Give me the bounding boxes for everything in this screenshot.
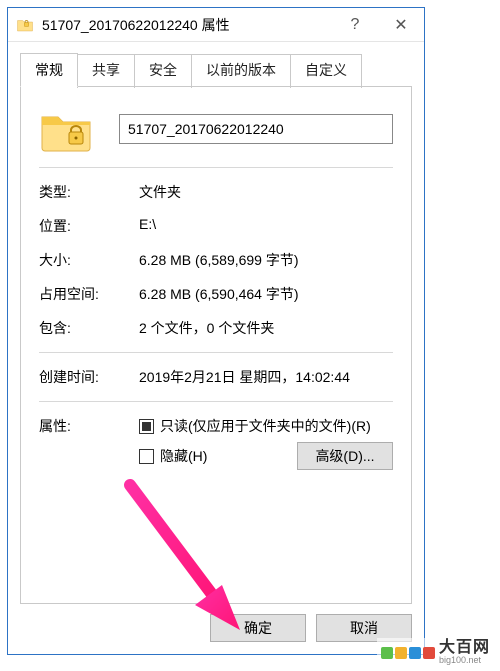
label-attributes: 属性:: [39, 416, 139, 470]
readonly-checkbox-row[interactable]: 只读(仅应用于文件夹中的文件)(R): [139, 416, 393, 436]
value-location: E:\: [139, 216, 393, 236]
window-controls: ? ✕: [332, 8, 424, 41]
row-location: 位置: E:\: [39, 216, 393, 236]
tabstrip: 常规 共享 安全 以前的版本 自定义: [20, 52, 412, 86]
help-button[interactable]: ?: [332, 8, 378, 41]
hidden-checkbox[interactable]: [139, 449, 154, 464]
window-title: 51707_20170622012240 属性: [42, 15, 332, 35]
properties-dialog: 51707_20170622012240 属性 ? ✕ 常规 共享 安全 以前的…: [7, 7, 425, 655]
cancel-button[interactable]: 取消: [316, 614, 412, 642]
close-button[interactable]: ✕: [378, 8, 424, 41]
separator: [39, 352, 393, 353]
titlebar: 51707_20170622012240 属性 ? ✕: [8, 8, 424, 42]
separator: [39, 167, 393, 168]
tab-custom[interactable]: 自定义: [290, 54, 362, 88]
row-contains: 包含: 2 个文件，0 个文件夹: [39, 318, 393, 338]
watermark-text: 大百网: [439, 640, 490, 656]
row-attributes: 属性: 只读(仅应用于文件夹中的文件)(R) 隐藏(H) 高级(D)...: [39, 416, 393, 470]
value-type: 文件夹: [139, 182, 393, 202]
dialog-body: 常规 共享 安全 以前的版本 自定义: [8, 42, 424, 604]
readonly-checkbox[interactable]: [139, 419, 154, 434]
tab-share[interactable]: 共享: [77, 54, 135, 88]
watermark-url: big100.net: [439, 656, 490, 665]
label-size-on-disk: 占用空间:: [39, 284, 139, 304]
row-created: 创建时间: 2019年2月21日 星期四，14:02:44: [39, 367, 393, 387]
ok-button[interactable]: 确定: [210, 614, 306, 642]
name-row: [39, 105, 393, 153]
advanced-button[interactable]: 高级(D)...: [297, 442, 393, 470]
label-type: 类型:: [39, 182, 139, 202]
tab-general[interactable]: 常规: [20, 53, 78, 87]
tab-security[interactable]: 安全: [134, 54, 192, 88]
value-created: 2019年2月21日 星期四，14:02:44: [139, 367, 393, 387]
value-contains: 2 个文件，0 个文件夹: [139, 318, 393, 338]
folder-icon: [16, 16, 34, 34]
value-size-on-disk: 6.28 MB (6,590,464 字节): [139, 284, 393, 304]
label-created: 创建时间:: [39, 367, 139, 387]
folder-name-input[interactable]: [119, 114, 393, 144]
row-size: 大小: 6.28 MB (6,589,699 字节): [39, 250, 393, 270]
dialog-buttons: 确定 取消: [8, 604, 424, 654]
folder-large-icon: [39, 105, 93, 153]
row-type: 类型: 文件夹: [39, 182, 393, 202]
separator: [39, 401, 393, 402]
hidden-label: 隐藏(H): [160, 446, 207, 466]
tab-previous-versions[interactable]: 以前的版本: [191, 54, 291, 88]
label-size: 大小:: [39, 250, 139, 270]
tab-content-general: 类型: 文件夹 位置: E:\ 大小: 6.28 MB (6,589,699 字…: [20, 86, 412, 604]
value-size: 6.28 MB (6,589,699 字节): [139, 250, 393, 270]
label-contains: 包含:: [39, 318, 139, 338]
readonly-label: 只读(仅应用于文件夹中的文件)(R): [160, 416, 371, 436]
row-size-on-disk: 占用空间: 6.28 MB (6,590,464 字节): [39, 284, 393, 304]
label-location: 位置:: [39, 216, 139, 236]
